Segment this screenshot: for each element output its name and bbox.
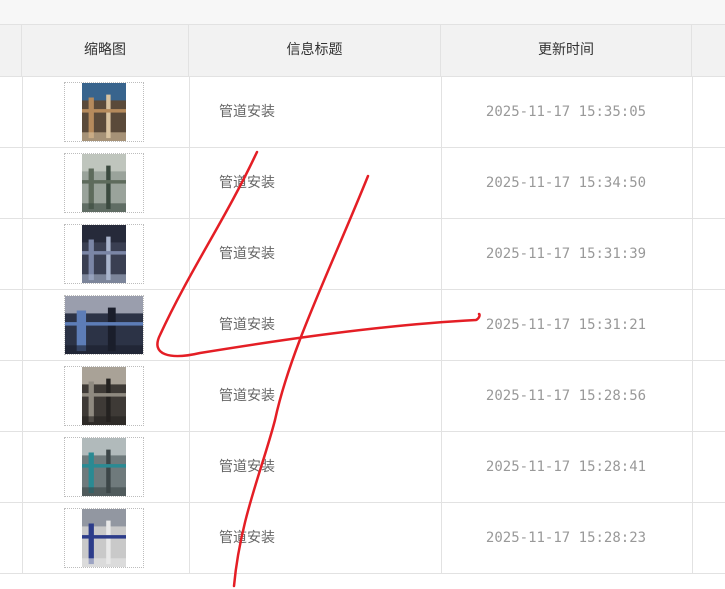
column-divider	[22, 219, 23, 289]
updated-time: 2025-11-17 15:34:50	[485, 175, 647, 191]
info-title-link[interactable]: 管道安装	[219, 503, 275, 573]
thumbnail-image[interactable]	[64, 153, 144, 213]
updated-time: 2025-11-17 15:31:39	[485, 246, 647, 262]
info-table: 缩略图 信息标题 更新时间 管道安装 2025-11-17 15:35:05 管道安…	[0, 24, 725, 589]
column-divider	[692, 290, 693, 360]
column-divider	[22, 290, 23, 360]
table-row[interactable]: 管道安装 2025-11-17 15:28:23	[0, 503, 725, 574]
table-row[interactable]: 管道安装 2025-11-17 15:31:21	[0, 290, 725, 361]
column-divider	[692, 361, 693, 431]
column-divider	[22, 503, 23, 573]
info-title-link[interactable]: 管道安装	[219, 290, 275, 360]
header-thumbnail: 缩略图	[22, 25, 189, 76]
thumbnail-image[interactable]	[64, 224, 144, 284]
column-divider	[692, 503, 693, 573]
table-row[interactable]: 管道安装 2025-11-17 15:34:50	[0, 148, 725, 219]
table-header: 缩略图 信息标题 更新时间	[0, 25, 725, 77]
column-divider	[189, 290, 190, 360]
info-title-link[interactable]: 管道安装	[219, 361, 275, 431]
column-divider	[189, 361, 190, 431]
column-divider	[692, 148, 693, 218]
info-title-link[interactable]: 管道安装	[219, 77, 275, 147]
info-title-link[interactable]: 管道安装	[219, 148, 275, 218]
updated-time: 2025-11-17 15:28:41	[485, 459, 647, 475]
column-divider	[692, 432, 693, 502]
header-updated-time: 更新时间	[441, 25, 692, 76]
thumbnail-image[interactable]	[64, 437, 144, 497]
updated-time: 2025-11-17 15:28:23	[485, 530, 647, 546]
info-title-link[interactable]: 管道安装	[219, 432, 275, 502]
column-divider	[22, 361, 23, 431]
thumbnail-image[interactable]	[64, 295, 144, 355]
table-row[interactable]: 管道安装 2025-11-17 15:35:05	[0, 77, 725, 148]
table-row[interactable]: 管道安装 2025-11-17 15:28:56	[0, 361, 725, 432]
header-checkbox-column	[0, 25, 22, 76]
column-divider	[22, 432, 23, 502]
column-divider	[692, 77, 693, 147]
column-divider	[189, 77, 190, 147]
thumbnail-image[interactable]	[64, 366, 144, 426]
column-divider	[189, 432, 190, 502]
page-top-strip	[0, 0, 725, 24]
column-divider	[189, 503, 190, 573]
column-divider	[22, 77, 23, 147]
column-divider	[692, 219, 693, 289]
column-divider	[22, 148, 23, 218]
header-title: 信息标题	[189, 25, 441, 76]
updated-time: 2025-11-17 15:28:56	[485, 388, 647, 404]
header-actions-column	[692, 25, 725, 76]
thumbnail-image[interactable]	[64, 82, 144, 142]
column-divider	[189, 219, 190, 289]
table-row[interactable]: 管道安装 2025-11-17 15:31:39	[0, 219, 725, 290]
updated-time: 2025-11-17 15:31:21	[485, 317, 647, 333]
table-row[interactable]: 管道安装 2025-11-17 15:28:41	[0, 432, 725, 503]
info-title-link[interactable]: 管道安装	[219, 219, 275, 289]
column-divider	[189, 148, 190, 218]
thumbnail-image[interactable]	[64, 508, 144, 568]
updated-time: 2025-11-17 15:35:05	[485, 104, 647, 120]
